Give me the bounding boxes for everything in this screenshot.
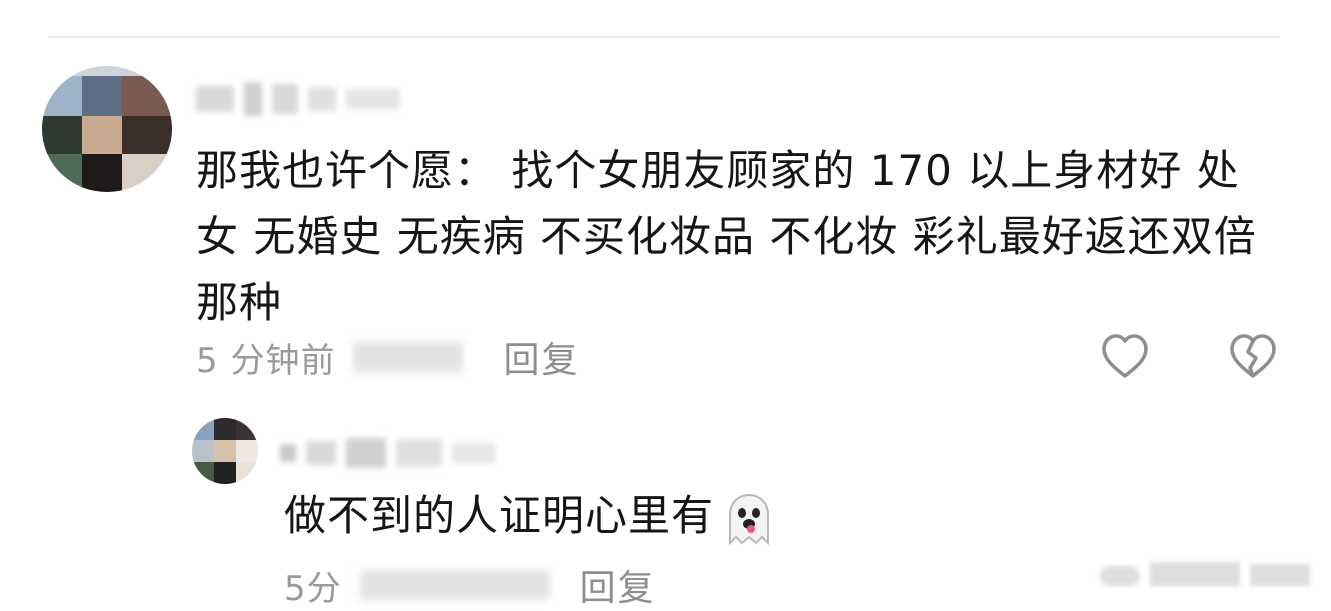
replier-avatar[interactable]: [192, 418, 258, 484]
comment-location-redacted: [353, 342, 464, 372]
comment-timestamp: 5 分钟前: [196, 340, 336, 381]
top-divider: [48, 36, 1280, 38]
comment-text: 那我也许个愿： 找个女朋友顾家的 170 以上身材好 处女 无婚史 无疾病 不买…: [196, 146, 1257, 327]
replier-name-redacted[interactable]: [280, 438, 496, 468]
reply-button[interactable]: 回复: [503, 331, 579, 383]
commenter-name-redacted[interactable]: [196, 82, 400, 116]
ghost-emoji-icon: [729, 493, 770, 545]
reply-meta: 5分 回复: [284, 560, 656, 610]
comment-meta: 5 分钟前 回复: [196, 332, 579, 382]
commenter-avatar[interactable]: [42, 66, 172, 192]
reply-text-row: 做不到的人证明心里有: [284, 486, 778, 547]
watermark: [1100, 552, 1320, 592]
reply-location-redacted: [359, 570, 550, 600]
reply-timestamp: 5分: [284, 568, 342, 609]
reply-text: 做不到的人证明心里有: [284, 491, 715, 540]
broken-heart-icon[interactable]: [1226, 330, 1280, 384]
heart-icon[interactable]: [1098, 330, 1152, 384]
reply-to-reply-button[interactable]: 回复: [580, 559, 656, 611]
